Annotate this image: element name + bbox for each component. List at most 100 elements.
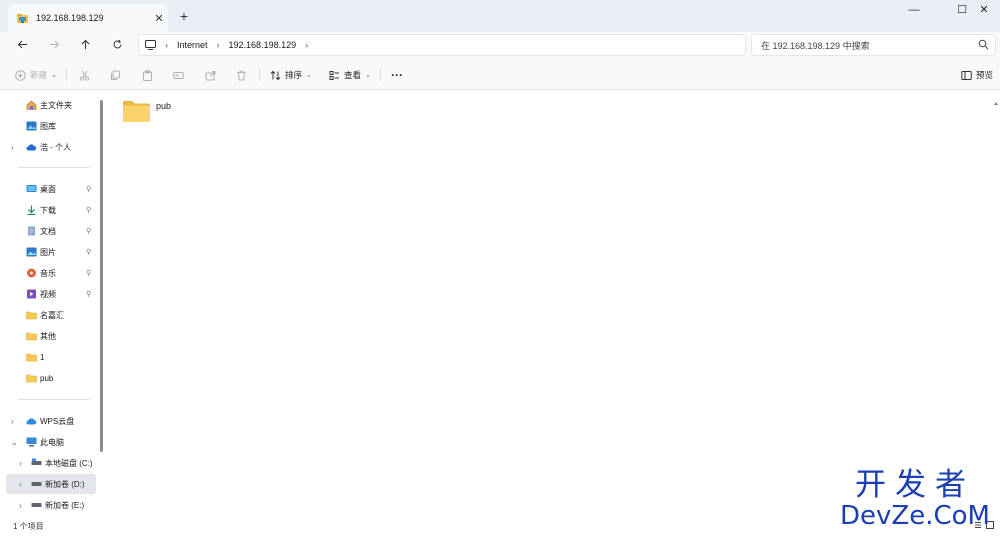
sidebar-item-folder[interactable]: 其他 (0, 326, 98, 346)
cloud-icon (26, 144, 37, 151)
minimize-button[interactable]: — (898, 0, 930, 20)
sidebar-item-label: 新加卷 (D:) (45, 479, 85, 489)
tab-current[interactable]: 192.168.198.129 ✕ (8, 4, 168, 32)
forward-button[interactable] (44, 36, 64, 56)
sidebar-item-label: 主文件夹 (40, 100, 72, 110)
sidebar-item-music[interactable]: 音乐 ⚲ (0, 263, 98, 283)
pin-icon[interactable]: ⚲ (86, 269, 91, 277)
preview-label: 预览 (976, 70, 994, 80)
pin-icon[interactable]: ⚲ (86, 185, 91, 193)
pin-icon[interactable]: ⚲ (86, 248, 91, 256)
chevron-right-icon[interactable]: › (19, 501, 22, 510)
pin-icon[interactable]: ⚲ (86, 206, 91, 214)
pin-icon[interactable]: ⚲ (86, 290, 91, 298)
clipboard-icon (143, 69, 152, 81)
sort-button[interactable]: 排序 ⌄ (270, 67, 312, 83)
chevron-down-icon: ⌄ (306, 72, 312, 79)
sidebar-item-drive-d[interactable]: › 新加卷 (D:) (6, 474, 96, 494)
more-options-button[interactable]: ··· (391, 67, 403, 83)
chevron-right-icon[interactable]: › (19, 459, 22, 468)
chevron-down-icon: ⌄ (365, 72, 371, 79)
delete-button[interactable] (236, 67, 247, 83)
chevron-right-icon[interactable]: › (11, 417, 14, 426)
rename-button[interactable] (173, 67, 184, 83)
search-input[interactable]: 在 192.168.198.129 中搜索 (751, 34, 996, 56)
share-button[interactable] (205, 67, 216, 83)
file-explorer-window: 192.168.198.129 ✕ + — ☐ ✕ › Internet › 1… (0, 0, 1000, 536)
view-list-icon (329, 70, 339, 80)
divider (259, 69, 260, 81)
arrow-up-icon (81, 39, 89, 49)
sidebar-item-label: 视频 (40, 289, 56, 299)
computer-icon (145, 40, 156, 50)
sort-label: 排序 (285, 70, 303, 80)
sidebar-item-videos[interactable]: 视频 ⚲ (0, 284, 98, 304)
address-bar[interactable]: › Internet › 192.168.198.129 › (138, 34, 746, 56)
sidebar-item-documents[interactable]: 文档 ⚲ (0, 221, 98, 241)
cut-button[interactable] (79, 67, 90, 83)
computer-icon (26, 437, 37, 447)
paste-button[interactable] (142, 67, 153, 83)
music-icon (27, 268, 36, 278)
preview-button[interactable]: 预览 (961, 67, 993, 83)
drive-icon (31, 503, 42, 507)
search-placeholder: 在 192.168.198.129 中搜索 (761, 40, 870, 51)
chevron-right-icon[interactable]: › (11, 143, 14, 152)
sidebar-item-wps-cloud[interactable]: › WPS云盘 (0, 411, 98, 431)
chevron-right-icon: › (216, 40, 220, 50)
copy-button[interactable] (110, 67, 121, 83)
list-item[interactable]: pub (122, 99, 182, 127)
refresh-button[interactable] (107, 36, 127, 56)
view-button[interactable]: 查看 ⌄ (329, 67, 371, 83)
sidebar-item-this-pc[interactable]: ⌄ 此电脑 (0, 432, 98, 452)
chevron-right-icon[interactable]: › (305, 40, 308, 50)
sidebar-item-label: pub (40, 373, 54, 383)
sidebar-item-gallery[interactable]: 图库 (0, 116, 98, 136)
sidebar-item-label: 图片 (40, 247, 56, 257)
watermark-text-cn: 开发者 (855, 467, 975, 503)
pictures-icon (26, 247, 37, 257)
document-icon (28, 226, 35, 236)
sidebar-item-folder[interactable]: 1 (0, 347, 98, 367)
scroll-up-icon[interactable] (994, 99, 998, 109)
folder-icon (26, 374, 37, 383)
breadcrumb-internet[interactable]: Internet (177, 40, 208, 50)
sidebar-item-drive-e[interactable]: › 新加卷 (E:) (0, 495, 98, 515)
sidebar-item-folder[interactable]: pub (0, 368, 98, 388)
chevron-right-icon[interactable]: › (19, 480, 22, 489)
sidebar-item-home[interactable]: 主文件夹 (0, 95, 98, 115)
download-icon (27, 205, 36, 215)
sidebar-item-downloads[interactable]: 下载 ⚲ (0, 200, 98, 220)
close-window-button[interactable]: ✕ (968, 0, 1000, 20)
file-list: pub (106, 91, 1000, 517)
sidebar-item-folder[interactable]: 名嘉汇 (0, 305, 98, 325)
breadcrumb-host[interactable]: 192.168.198.129 (229, 40, 297, 50)
sidebar-item-desktop[interactable]: 桌面 ⚲ (0, 179, 98, 199)
sidebar-scrollbar[interactable] (100, 100, 103, 452)
new-button[interactable]: 新建 ⌄ (15, 67, 57, 83)
sidebar-item-pictures[interactable]: 图片 ⚲ (0, 242, 98, 262)
pin-icon[interactable]: ⚲ (86, 227, 91, 235)
sidebar-item-label: 音乐 (40, 268, 56, 278)
sidebar-item-drive-c[interactable]: › 本地磁盘 (C:) (0, 453, 98, 473)
new-tab-button[interactable]: + (176, 8, 192, 24)
sidebar-item-label: 新加卷 (E:) (45, 500, 85, 510)
sidebar-item-label: 本地磁盘 (C:) (45, 458, 93, 468)
copy-icon (111, 70, 120, 80)
sidebar-item-label: 1 (40, 352, 45, 362)
video-icon (27, 289, 36, 299)
tab-title: 192.168.198.129 (36, 13, 104, 23)
sidebar-item-label: 桌面 (40, 184, 56, 194)
item-name: pub (156, 101, 172, 111)
back-button[interactable] (12, 36, 32, 56)
folder-icon (123, 101, 150, 122)
drive-icon (31, 458, 42, 465)
navigation-bar: › Internet › 192.168.198.129 › 在 192.168… (0, 32, 1000, 60)
chevron-down-icon[interactable]: ⌄ (11, 438, 18, 447)
up-button[interactable] (75, 36, 95, 56)
sidebar-item-label: 图库 (40, 121, 56, 131)
tab-close-icon[interactable]: ✕ (150, 12, 168, 25)
sidebar-item-label: 文档 (40, 226, 56, 236)
sidebar-item-onedrive[interactable]: › 浩 - 个人 (0, 137, 98, 157)
folder-icon (26, 353, 37, 362)
